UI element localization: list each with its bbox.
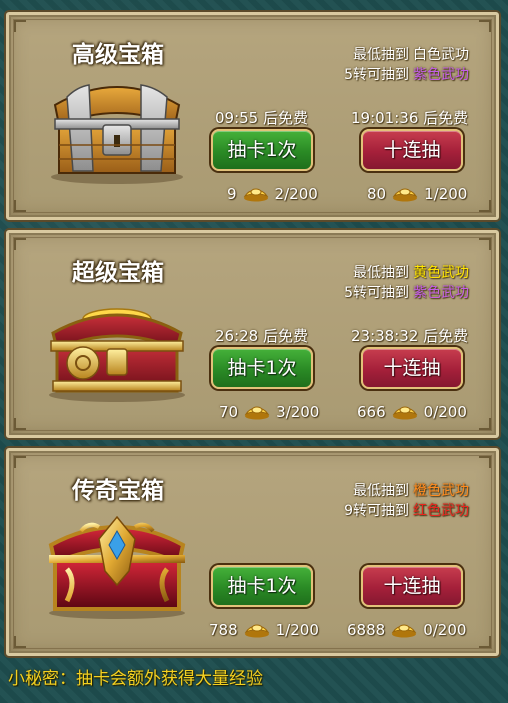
panel-corner (479, 238, 491, 250)
single-cost: 788 1/200 (209, 619, 319, 641)
min-drop-value: 黄色武功 (413, 265, 469, 281)
ten-free-timer: 19:01:36 后免费 (351, 109, 469, 127)
drop-info: 最低抽到 橙色武功 9转可抽到 红色武功 (219, 481, 469, 521)
gold-ingot-icon (244, 624, 270, 638)
ten-draw-count: 0/200 (423, 403, 467, 421)
min-drop-label: 最低抽到 (353, 47, 409, 63)
draw-once-button[interactable]: 抽卡1次 (211, 129, 313, 171)
draw-once-button[interactable]: 抽卡1次 (211, 565, 313, 607)
single-cost-amount: 788 (209, 621, 238, 639)
rebirth-drop-value: 紫色武功 (413, 67, 469, 83)
chest-panel-super: 超级宝箱 最低抽到 黄色武功 5转可抽到 紫色武功 26:28 后免费 23:38:… (6, 230, 499, 438)
panel-corner (14, 20, 26, 32)
panel-corner (14, 418, 26, 430)
rebirth-drop-label: 5转可抽到 (344, 67, 409, 83)
drop-info: 最低抽到 白色武功 5转可抽到 紫色武功 (219, 45, 469, 85)
ten-draw-count: 1/200 (424, 185, 468, 203)
treasure-chest-icon (48, 515, 186, 619)
panel-corner (479, 200, 491, 212)
chest-title: 高级宝箱 (72, 42, 164, 68)
chest-title: 超级宝箱 (72, 260, 164, 286)
draw-ten-button[interactable]: 十连抽 (361, 565, 463, 607)
gold-ingot-icon (244, 406, 270, 420)
ten-cost: 666 0/200 (357, 401, 467, 423)
single-cost-amount: 9 (227, 185, 237, 203)
single-free-timer: 09:55 后免费 (215, 109, 308, 127)
panel-corner (14, 200, 26, 212)
draw-ten-button[interactable]: 十连抽 (361, 129, 463, 171)
treasure-chest-icon (49, 308, 185, 402)
gold-ingot-icon (243, 188, 269, 202)
draw-ten-button[interactable]: 十连抽 (361, 347, 463, 389)
panel-corner (14, 636, 26, 648)
single-cost: 70 3/200 (219, 401, 319, 423)
single-draw-count: 3/200 (276, 403, 320, 421)
single-draw-count: 2/200 (274, 185, 318, 203)
draw-once-button[interactable]: 抽卡1次 (211, 347, 313, 389)
rebirth-drop-value: 紫色武功 (413, 285, 469, 301)
chest-panel-legendary: 传奇宝箱 最低抽到 橙色武功 9转可抽到 红色武功 抽卡1次 十连抽 788 1… (6, 448, 499, 656)
ten-cost-amount: 80 (367, 185, 387, 203)
panel-corner (14, 238, 26, 250)
ten-draw-count: 0/200 (423, 621, 467, 639)
gold-ingot-icon (391, 624, 417, 638)
panel-corner (479, 636, 491, 648)
chest-title: 传奇宝箱 (72, 478, 164, 504)
single-cost-amount: 70 (219, 403, 239, 421)
rebirth-drop-label: 9转可抽到 (344, 503, 409, 519)
rebirth-drop-value: 红色武功 (413, 503, 469, 519)
ten-cost-amount: 6888 (347, 621, 386, 639)
panel-corner (14, 456, 26, 468)
panel-corner (479, 418, 491, 430)
gold-ingot-icon (392, 188, 418, 202)
min-drop-label: 最低抽到 (353, 483, 409, 499)
min-drop-value: 白色武功 (413, 47, 469, 63)
rebirth-drop-label: 5转可抽到 (344, 285, 409, 301)
min-drop-value: 橙色武功 (413, 483, 469, 499)
tip-text: 小秘密：抽卡会额外获得大量经验 (8, 669, 263, 689)
drop-info: 最低抽到 黄色武功 5转可抽到 紫色武功 (219, 263, 469, 303)
single-cost: 9 2/200 (227, 183, 318, 205)
ten-cost: 6888 0/200 (347, 619, 466, 641)
panel-corner (479, 20, 491, 32)
ten-cost: 80 1/200 (367, 183, 467, 205)
gold-ingot-icon (392, 406, 418, 420)
min-drop-label: 最低抽到 (353, 265, 409, 281)
ten-cost-amount: 666 (357, 403, 386, 421)
single-draw-count: 1/200 (275, 621, 319, 639)
panel-corner (479, 456, 491, 468)
ten-free-timer: 23:38:32 后免费 (351, 327, 469, 345)
treasure-chest-icon (51, 84, 183, 184)
single-free-timer: 26:28 后免费 (215, 327, 308, 345)
chest-panel-advanced: 高级宝箱 最低抽到 白色武功 5转可抽到 紫色武功 09:55 后免费 19:01:… (6, 12, 499, 220)
